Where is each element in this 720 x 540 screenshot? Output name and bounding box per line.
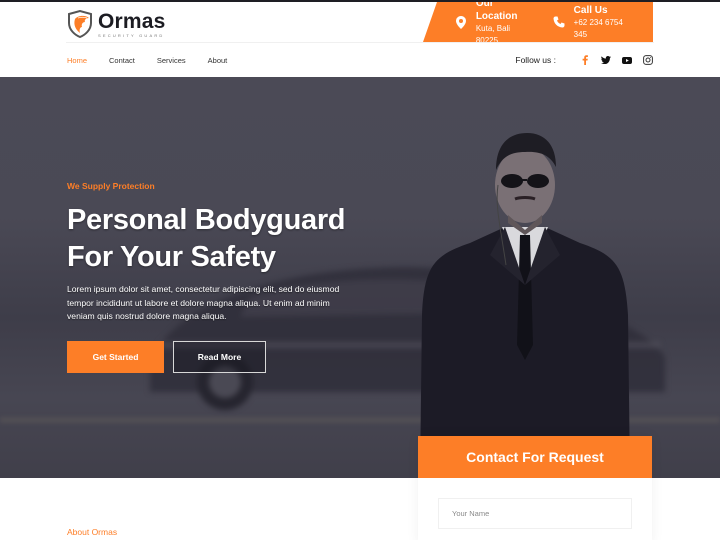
location-info: Our Location Kuta, Bali 80225 [455, 0, 533, 42]
about-eyebrow: About Ormas [67, 527, 118, 537]
main-nav: Home Contact Services About Follow us : [0, 43, 720, 77]
instagram-icon[interactable] [642, 54, 654, 66]
contact-card-title: Contact For Request [418, 436, 652, 478]
twitter-icon[interactable] [600, 54, 612, 66]
brand-name: Ormas [98, 9, 166, 33]
phone-icon [553, 15, 566, 29]
read-more-button[interactable]: Read More [173, 340, 266, 373]
hero-buttons: Get Started Read More [67, 340, 367, 373]
nav-home[interactable]: Home [67, 56, 87, 65]
social-follow: Follow us : [515, 43, 654, 77]
call-value: +62 234 6754 345 [573, 17, 623, 39]
location-title: Our Location [475, 0, 518, 22]
site-header: Ormas Security Guard Our Location Kuta, … [0, 2, 720, 42]
get-started-button[interactable]: Get Started [67, 340, 164, 373]
nav-services[interactable]: Services [157, 56, 186, 65]
brand-tagline: Security Guard [98, 32, 165, 38]
call-title: Call Us [573, 4, 608, 16]
hero-section: We Supply Protection Personal Bodyguard … [0, 77, 720, 478]
facebook-icon[interactable] [579, 54, 591, 66]
hero-title-line-1: Personal Bodyguard [67, 204, 346, 236]
hero-eyebrow: We Supply Protection [67, 181, 155, 191]
nav-contact[interactable]: Contact [109, 56, 135, 65]
logo[interactable]: Ormas Security Guard [66, 10, 166, 38]
hero-content: We Supply Protection Personal Bodyguard … [67, 181, 367, 373]
shield-eagle-logo-icon [68, 10, 92, 38]
nav-links: Home Contact Services About [67, 43, 249, 77]
follow-label: Follow us : [515, 55, 556, 65]
hero-description: Lorem ipsum dolor sit amet, consectetur … [67, 284, 340, 321]
map-pin-icon [455, 15, 468, 29]
youtube-icon[interactable] [621, 54, 633, 66]
hero-title-line-2: For Your Safety [67, 241, 276, 273]
call-info[interactable]: Call Us +62 234 6754 345 [553, 4, 633, 41]
bodyguard-image [420, 133, 630, 478]
your-name-input[interactable] [438, 498, 632, 529]
contact-request-card: Contact For Request [418, 436, 652, 540]
nav-about[interactable]: About [208, 56, 228, 65]
contact-info-bar: Our Location Kuta, Bali 80225 Call Us +6… [423, 2, 653, 42]
hero-title: Personal Bodyguard For Your Safety [67, 202, 367, 276]
